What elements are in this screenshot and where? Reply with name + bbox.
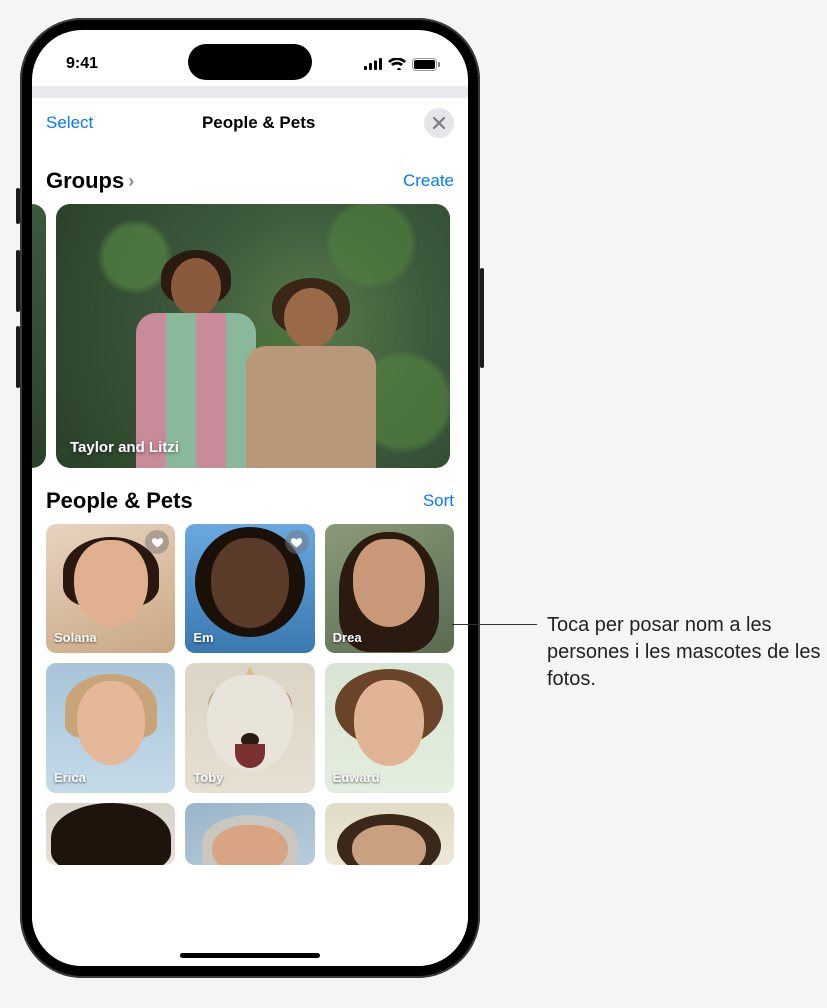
dynamic-island <box>188 44 312 80</box>
group-card-peek[interactable] <box>32 204 46 468</box>
person-tile[interactable] <box>325 803 454 865</box>
person-name: Em <box>193 630 213 645</box>
person-name: Solana <box>54 630 97 645</box>
people-grid: Solana Em Drea <box>46 524 454 793</box>
close-icon <box>433 117 445 129</box>
person-name: Edward <box>333 770 380 785</box>
cellular-icon <box>364 58 382 70</box>
pet-name: Toby <box>193 770 223 785</box>
callout-text: Toca per posar nom a les persones i les … <box>547 612 827 693</box>
device-side-button <box>16 250 20 312</box>
sheet-title: People & Pets <box>202 113 315 133</box>
device-side-button <box>480 268 484 368</box>
person-tile-em[interactable]: Em <box>185 524 314 653</box>
sheet-grabber <box>32 86 468 98</box>
sheet: Select People & Pets Groups › Create <box>32 98 468 966</box>
battery-icon <box>412 58 440 71</box>
person-tile-erica[interactable]: Erica <box>46 663 175 792</box>
group-card[interactable]: Taylor and Litzi <box>56 204 450 468</box>
person-name: Drea <box>333 630 362 645</box>
people-grid-overflow <box>46 803 454 865</box>
status-time: 9:41 <box>66 55 98 73</box>
people-heading: People & Pets <box>46 488 193 514</box>
groups-scroll[interactable]: Taylor and Litzi <box>32 204 454 468</box>
group-card-label: Taylor and Litzi <box>70 439 179 456</box>
chevron-right-icon: › <box>128 171 134 192</box>
person-tile[interactable] <box>46 803 175 865</box>
device-side-button <box>16 326 20 388</box>
pet-tile-toby[interactable]: Toby <box>185 663 314 792</box>
close-button[interactable] <box>424 108 454 138</box>
people-heading-label: People & Pets <box>46 488 193 514</box>
callout: Toca per posar nom a les persones i les … <box>500 612 827 693</box>
sort-button[interactable]: Sort <box>423 491 454 511</box>
groups-heading-label: Groups <box>46 168 124 194</box>
home-indicator[interactable] <box>180 953 320 958</box>
person-name: Erica <box>54 770 86 785</box>
device-side-button <box>16 188 20 224</box>
favorite-badge <box>285 530 309 554</box>
groups-heading[interactable]: Groups › <box>46 168 134 194</box>
person-tile-solana[interactable]: Solana <box>46 524 175 653</box>
callout-leader-line <box>500 624 537 625</box>
iphone-frame: 9:41 Select People & Pets Groups <box>20 18 480 978</box>
person-tile-edward[interactable]: Edward <box>325 663 454 792</box>
select-button[interactable]: Select <box>46 113 93 133</box>
wifi-icon <box>388 58 406 70</box>
person-tile-drea[interactable]: Drea <box>325 524 454 653</box>
person-tile[interactable] <box>185 803 314 865</box>
screen: 9:41 Select People & Pets Groups <box>32 30 468 966</box>
create-group-button[interactable]: Create <box>403 171 454 191</box>
